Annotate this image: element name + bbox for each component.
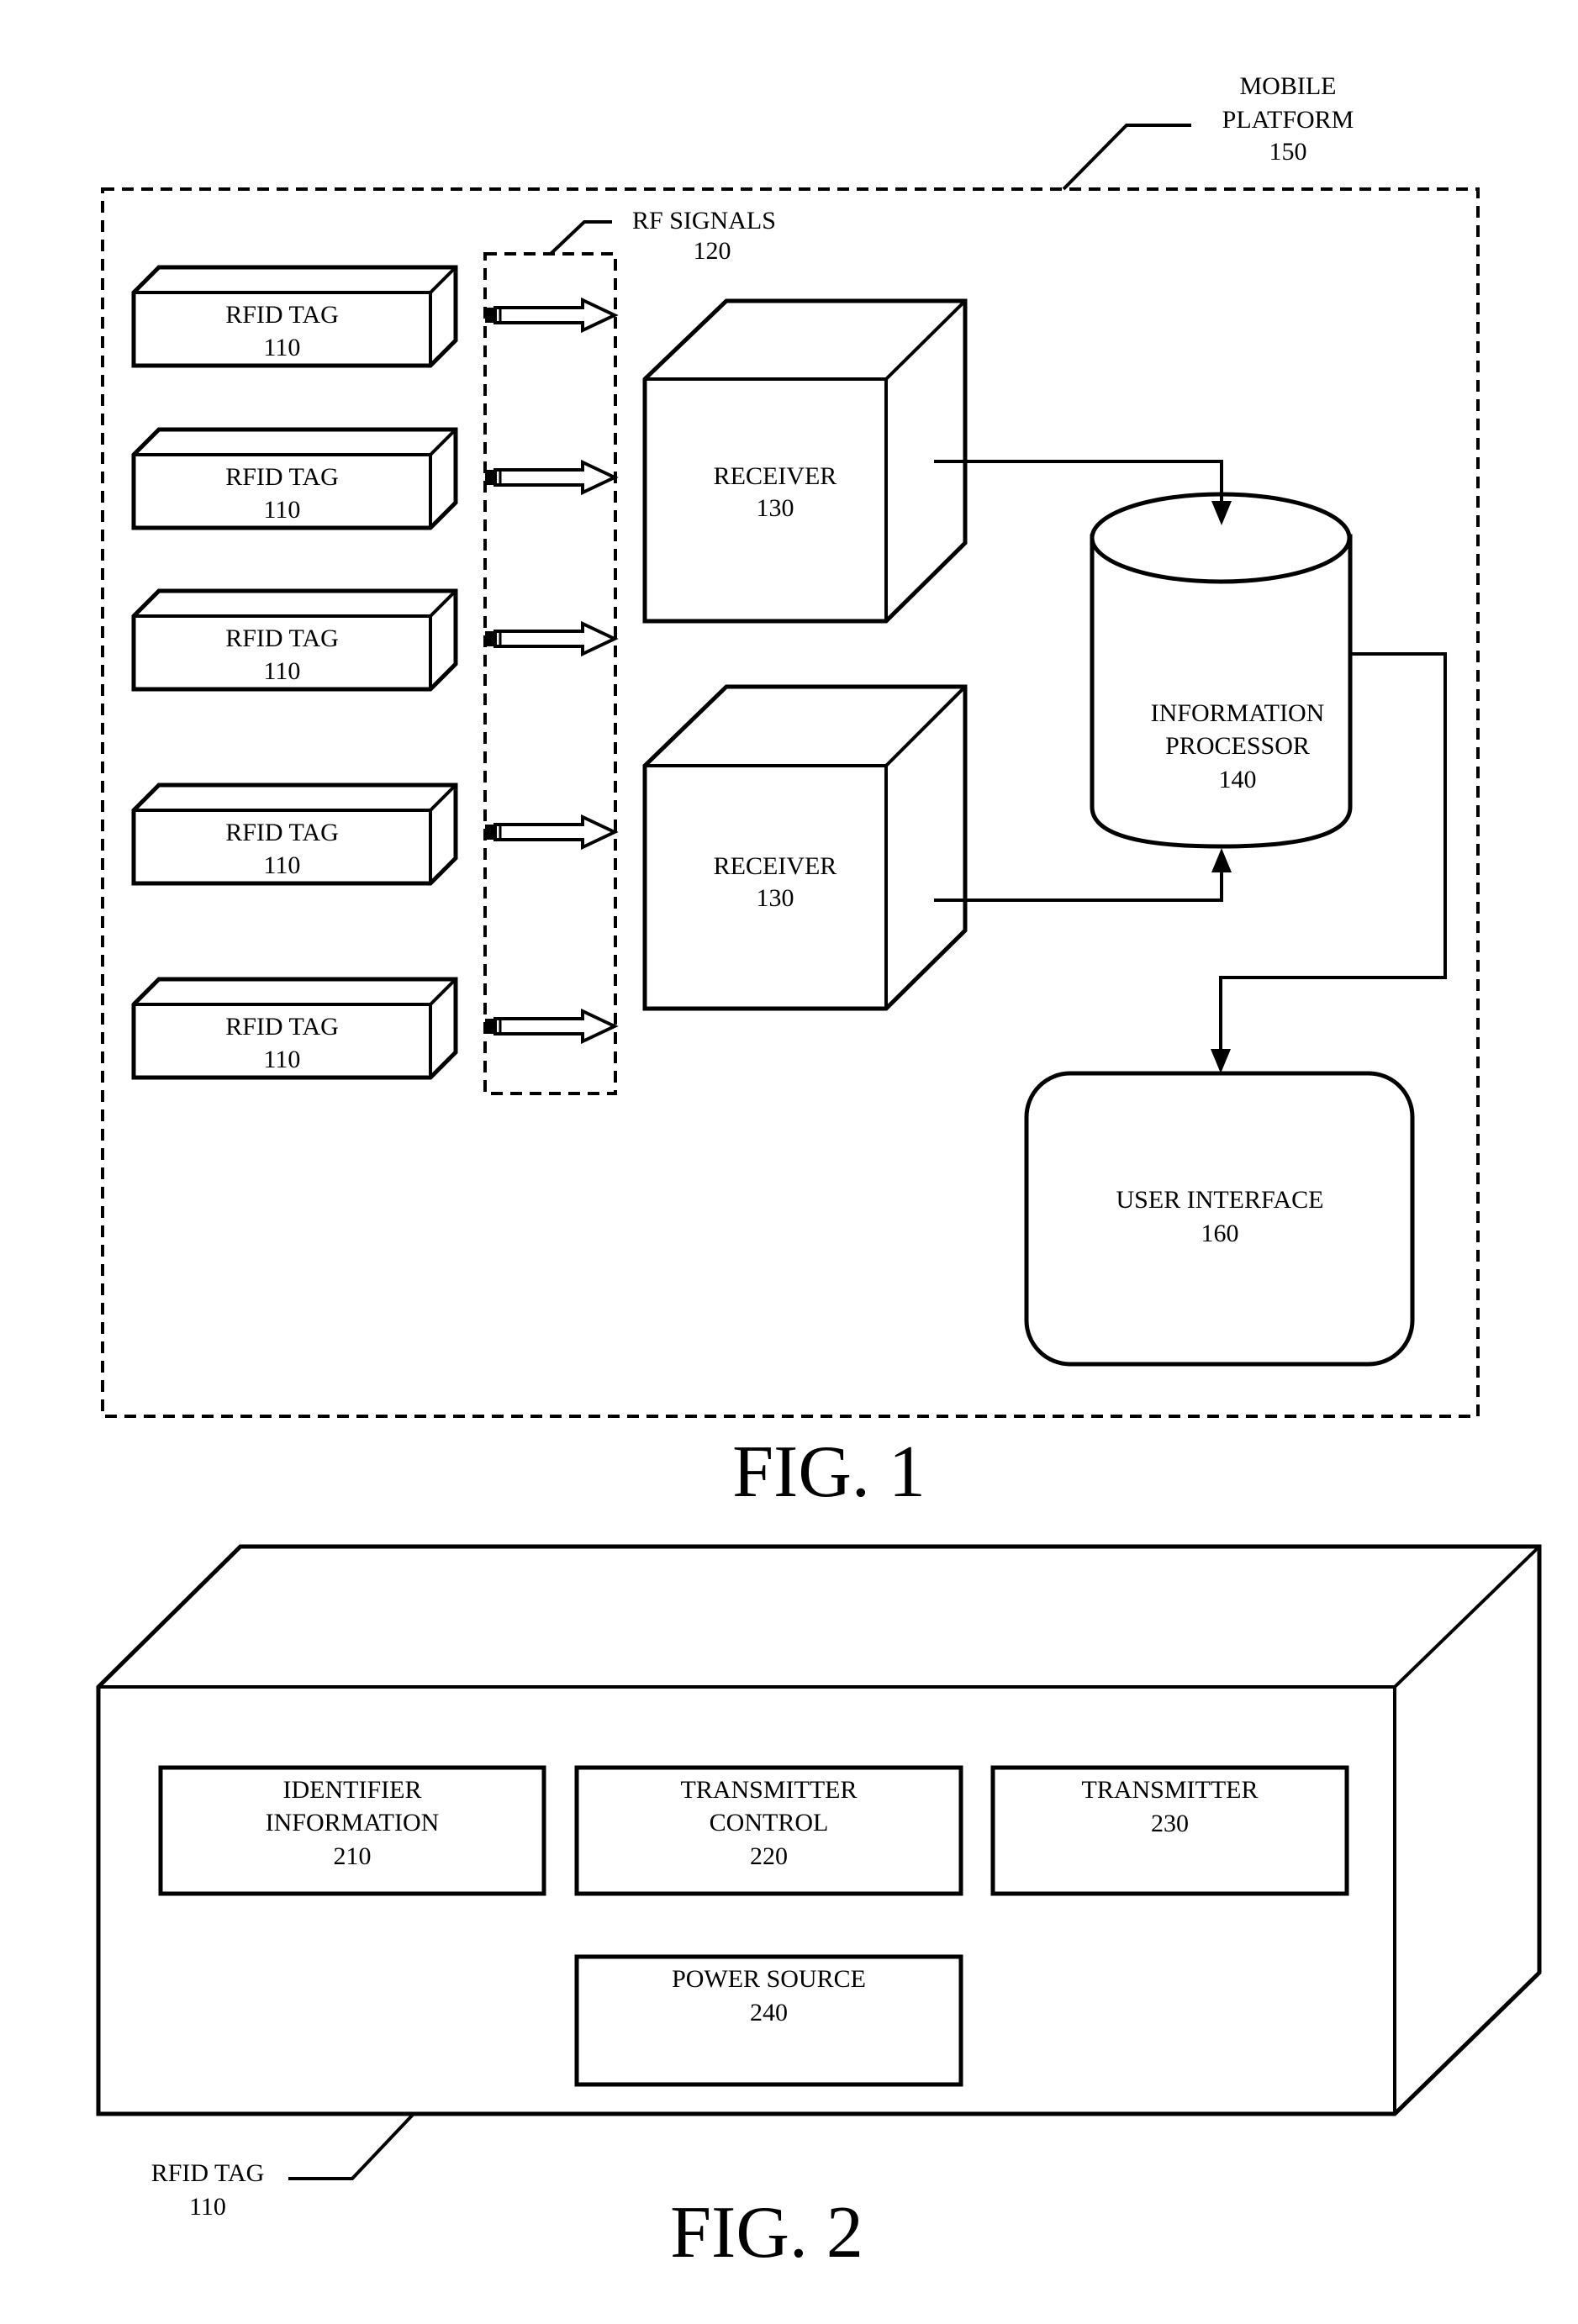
component-label-line1: IDENTIFIER	[283, 1776, 422, 1804]
component-label-line1: POWER SOURCE	[672, 1965, 866, 1993]
receiver-2: RECEIVER 130	[642, 684, 968, 1011]
figure-1: MOBILE PLATFORM 150 RF SIGNALS 120 RFID …	[101, 72, 1480, 1513]
information-processor-label-line1: INFORMATION	[1151, 699, 1325, 727]
rf-signals-label: RF SIGNALS	[632, 207, 776, 235]
arrow-shaft	[493, 814, 619, 851]
rfid-tag-callout-ref: 110	[189, 2193, 226, 2221]
mobile-platform-label-line2: PLATFORM	[1222, 106, 1354, 134]
identifier-information: IDENTIFIER INFORMATION 210	[158, 1765, 546, 1896]
receiver-1-label: RECEIVER	[714, 462, 837, 490]
mobile-platform-ref: 150	[1269, 138, 1307, 166]
receiver-1-ref: 130	[757, 494, 794, 522]
rf-signal-arrow-icon	[485, 297, 619, 334]
rfid-tag-ref: 110	[264, 657, 301, 685]
rfid-tag-label: RFID TAG	[225, 1013, 339, 1041]
rfid-tag-callout-label: RFID TAG	[151, 2159, 265, 2187]
information-processor-label-line2: PROCESSOR	[1165, 732, 1310, 760]
rf-signals-leader-line	[549, 220, 612, 256]
rfid-tag-ref: 110	[264, 334, 301, 361]
rf-signal-arrow-icon	[485, 814, 619, 851]
component-label-line1: TRANSMITTER	[1082, 1776, 1259, 1804]
transmitter-control: TRANSMITTER CONTROL 220	[574, 1765, 963, 1896]
receiver-2-ref: 130	[757, 884, 794, 912]
rfid-tag: RFID TAG 110	[131, 427, 458, 530]
component-ref: 210	[334, 1842, 372, 1870]
rf-signal-arrow-icon	[485, 620, 619, 657]
arrowhead-up-icon	[1211, 848, 1232, 872]
receiver-2-label: RECEIVER	[714, 852, 837, 880]
rfid-tag-ref: 110	[264, 851, 301, 879]
rfid-tag-ref: 110	[264, 496, 301, 524]
rfid-tag: RFID TAG 110	[131, 588, 458, 692]
rf-signal-arrows	[485, 297, 619, 1045]
user-interface-box	[1024, 1071, 1415, 1367]
transmitter: TRANSMITTER 230	[990, 1765, 1349, 1896]
rfid-tag-list: RFID TAG110RFID TAG110RFID TAG110RFID TA…	[131, 265, 458, 1080]
arrow-shaft	[493, 297, 619, 334]
rf-signal-arrow-icon	[485, 1008, 619, 1045]
connector-line	[934, 871, 1223, 902]
component-label-line2: INFORMATION	[266, 1809, 440, 1837]
component-ref: 220	[750, 1842, 788, 1870]
patent-drawing-sheet: MOBILE PLATFORM 150 RF SIGNALS 120 RFID …	[96, 72, 1542, 2274]
mobile-platform-label: MOBILE PLATFORM 150	[1222, 72, 1354, 166]
rf-signal-arrow-icon	[485, 459, 619, 496]
figure-2-caption: FIG. 2	[670, 2192, 863, 2274]
user-interface-ref: 160	[1201, 1220, 1239, 1247]
rfid-tag-label: RFID TAG	[225, 819, 339, 846]
arrow-shaft	[493, 1008, 619, 1045]
information-processor-ref: 140	[1219, 766, 1257, 793]
rfid-tag-label: RFID TAG	[225, 463, 339, 491]
rfid-tag-label: RFID TAG	[225, 624, 339, 652]
rfid-tag: RFID TAG 110	[131, 977, 458, 1080]
rfid-tag-leader-line	[288, 2113, 414, 2180]
arrowhead-down-icon	[1211, 1049, 1231, 1073]
rfid-tag: RFID TAG 110	[131, 783, 458, 886]
rfid-tag-ref: 110	[264, 1046, 301, 1073]
user-interface: USER INTERFACE 160	[1024, 1071, 1415, 1367]
figure-2: IDENTIFIER INFORMATION 210 TRANSMITTER CONTR…	[96, 1544, 1542, 2274]
component-ref: 240	[750, 1999, 788, 2026]
arrow-shaft	[493, 620, 619, 657]
component-label-line2: CONTROL	[710, 1809, 829, 1837]
rfid-tag: RFID TAG 110	[131, 265, 458, 368]
information-processor: INFORMATION PROCESSOR 140	[1090, 492, 1353, 849]
rf-signals-group	[483, 252, 617, 1095]
receiver-2-to-processor-connector	[934, 848, 1232, 902]
power-source: POWER SOURCE 240	[574, 1954, 963, 2087]
component-label-line1: TRANSMITTER	[681, 1776, 858, 1804]
component-ref: 230	[1151, 1810, 1189, 1837]
figure-1-caption: FIG. 1	[732, 1431, 926, 1513]
mobile-platform-leader-line	[1062, 124, 1191, 191]
mobile-platform-label-line1: MOBILE	[1240, 72, 1337, 100]
user-interface-label: USER INTERFACE	[1116, 1186, 1324, 1214]
receiver-1: RECEIVER 130	[642, 298, 968, 624]
arrow-shaft	[493, 459, 619, 496]
rfid-tag-label: RFID TAG	[225, 301, 339, 329]
rf-signals-ref: 120	[694, 237, 731, 265]
